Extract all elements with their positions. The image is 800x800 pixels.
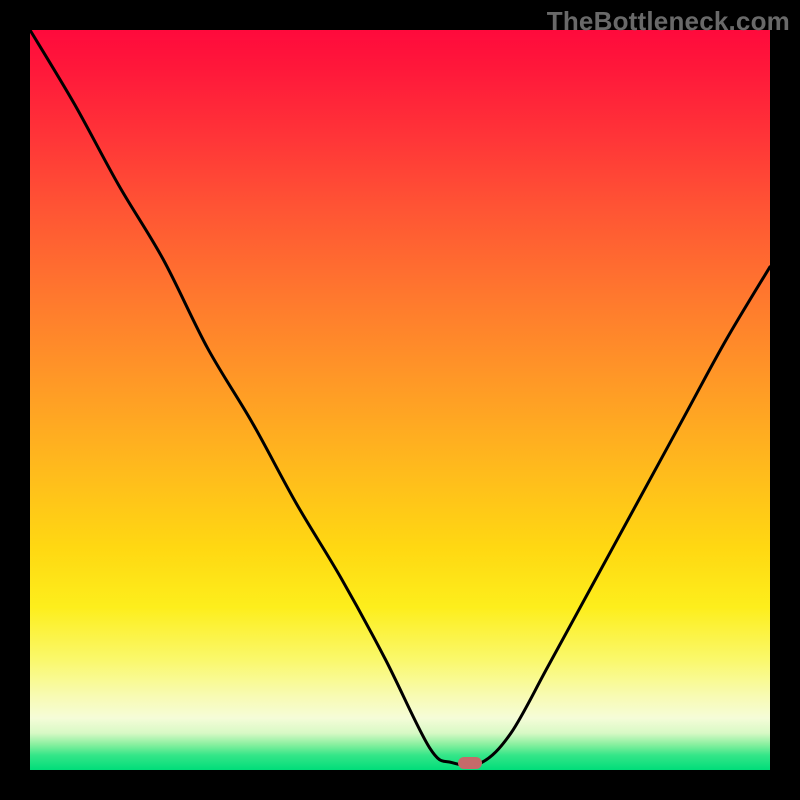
chart-frame: TheBottleneck.com bbox=[0, 0, 800, 800]
watermark-text: TheBottleneck.com bbox=[547, 6, 790, 37]
optimum-marker bbox=[458, 757, 482, 769]
plot-area bbox=[30, 30, 770, 770]
bottleneck-curve bbox=[30, 30, 770, 770]
